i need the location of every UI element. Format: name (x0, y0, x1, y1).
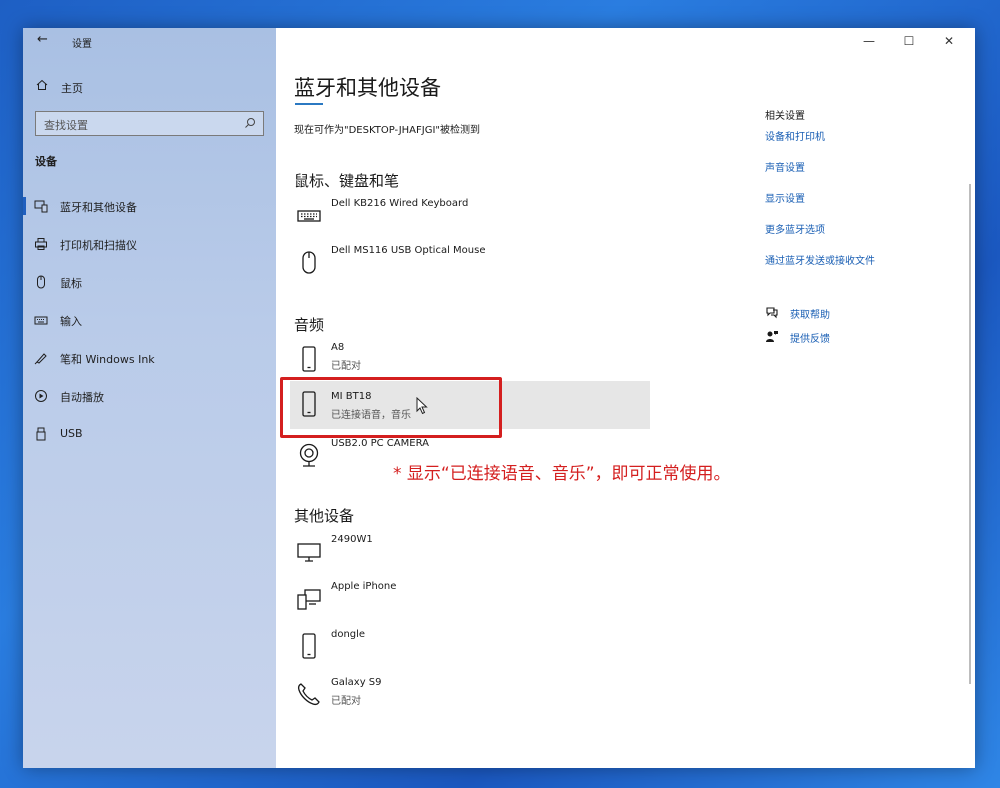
sidebar-item-autoplay[interactable]: 自动播放 (23, 383, 276, 409)
device-name: 2490W1 (331, 534, 373, 545)
sidebar-item-pen[interactable]: 笔和 Windows Ink (23, 345, 276, 371)
device-name: dongle (331, 629, 366, 640)
page-title: 蓝牙和其他设备 (294, 76, 441, 100)
sidebar: ← 设置 主页 查找设置 设备 蓝牙和其他设备 打印机和扫描仪 鼠标 输入 笔和… (23, 28, 276, 768)
get-help-link[interactable]: 获取帮助 (765, 304, 915, 322)
sidebar-item-usb[interactable]: USB (23, 421, 276, 447)
device-item[interactable]: dongle (290, 625, 650, 671)
maximize-icon[interactable]: ☐ (895, 32, 923, 50)
discoverable-text: 现在可作为"DESKTOP-JHAFJGI"被检测到 (294, 125, 481, 136)
feedback-link[interactable]: 提供反馈 (765, 328, 915, 346)
device-item[interactable]: Galaxy S9 已配对 (290, 673, 650, 719)
group-title-audio: 音频 (294, 316, 325, 334)
search-placeholder: 查找设置 (44, 119, 88, 132)
pen-icon (34, 353, 47, 365)
annotation-note: * 显示“已连接语音、音乐”，即可正常使用。 (393, 464, 731, 484)
sidebar-item-bluetooth[interactable]: 蓝牙和其他设备 (23, 193, 276, 219)
device-name: Galaxy S9 (331, 677, 382, 688)
device-item[interactable]: 2490W1 (290, 530, 650, 576)
title-bar: ← 设置 (23, 28, 276, 54)
minimize-icon[interactable]: — (855, 32, 883, 50)
webcam-icon (299, 443, 319, 467)
device-name: A8 (331, 342, 345, 353)
device-name: Dell MS116 USB Optical Mouse (331, 245, 486, 256)
device-name: Apple iPhone (331, 581, 397, 592)
cursor-icon (416, 397, 428, 415)
device-item[interactable]: Apple iPhone (290, 577, 650, 623)
section-label: 设备 (35, 155, 57, 168)
phone-icon (302, 346, 316, 372)
mouse-icon (302, 251, 316, 274)
title-underline (295, 103, 323, 105)
link-bluetooth-file-transfer[interactable]: 通过蓝牙发送或接收文件 (765, 252, 875, 267)
mouse-icon (37, 275, 45, 289)
device-name: Dell KB216 Wired Keyboard (331, 198, 469, 209)
sidebar-item-home[interactable]: 主页 (23, 74, 276, 96)
app-title: 设置 (72, 39, 92, 50)
autoplay-icon (35, 390, 47, 402)
monitor-icon (297, 543, 321, 562)
sidebar-item-label: 笔和 Windows Ink (60, 353, 155, 366)
device-status: 已配对 (331, 696, 361, 707)
sidebar-item-label: 输入 (60, 315, 82, 328)
keyboard-icon (34, 316, 48, 325)
group-title-other: 其他设备 (294, 507, 355, 525)
sidebar-item-label: 打印机和扫描仪 (60, 239, 137, 252)
phone-icon (302, 633, 316, 659)
usb-icon (36, 427, 46, 441)
bluetooth-devices-icon (34, 200, 48, 213)
close-icon[interactable]: ✕ (935, 32, 963, 50)
scrollbar[interactable] (969, 184, 971, 684)
sidebar-item-label: 自动播放 (60, 391, 104, 404)
get-help-label: 获取帮助 (790, 310, 830, 321)
help-icon (766, 307, 778, 319)
back-arrow-icon[interactable]: ← (37, 33, 48, 47)
feedback-icon (766, 331, 778, 342)
devices-icon (297, 589, 321, 610)
link-sound-settings[interactable]: 声音设置 (765, 159, 805, 174)
sidebar-item-printers[interactable]: 打印机和扫描仪 (23, 231, 276, 257)
sidebar-item-label: 蓝牙和其他设备 (60, 201, 137, 214)
link-display-settings[interactable]: 显示设置 (765, 190, 805, 205)
sidebar-item-typing[interactable]: 输入 (23, 307, 276, 333)
printer-icon (35, 238, 47, 250)
search-input[interactable]: 查找设置 (35, 111, 264, 136)
handset-icon (297, 683, 320, 706)
device-item[interactable]: Dell MS116 USB Optical Mouse (290, 241, 650, 287)
sidebar-item-label: 鼠标 (60, 277, 82, 290)
home-icon (36, 79, 48, 90)
sidebar-item-label: 主页 (61, 82, 83, 95)
link-devices-printers[interactable]: 设备和打印机 (765, 128, 825, 143)
search-icon[interactable] (244, 117, 256, 129)
group-title-input: 鼠标、键盘和笔 (294, 172, 400, 190)
window-controls: — ☐ ✕ (855, 28, 975, 54)
highlight-box (280, 377, 502, 438)
device-name: USB2.0 PC CAMERA (331, 438, 429, 449)
sidebar-item-mouse[interactable]: 鼠标 (23, 269, 276, 295)
feedback-label: 提供反馈 (790, 334, 830, 345)
link-more-bluetooth-options[interactable]: 更多蓝牙选项 (765, 221, 825, 236)
keyboard-icon (297, 210, 321, 222)
device-status: 已配对 (331, 361, 361, 372)
device-item[interactable]: Dell KB216 Wired Keyboard (290, 194, 650, 240)
related-settings-title: 相关设置 (765, 111, 805, 122)
sidebar-item-label: USB (60, 427, 83, 440)
